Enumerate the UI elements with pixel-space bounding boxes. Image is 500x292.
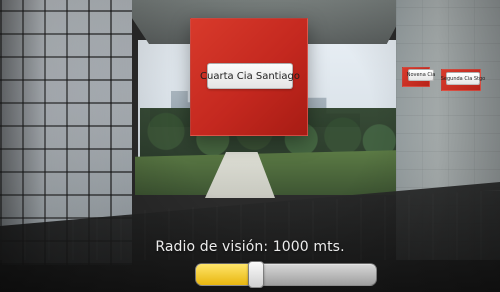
ar-camera-screen: Cuarta Cia Santiago Novena Cia Segunda C…	[0, 0, 500, 292]
ar-marker-label-small-1[interactable]: Novena Cia	[407, 69, 435, 81]
slider-thumb[interactable]	[248, 261, 265, 288]
slider-track[interactable]	[195, 263, 377, 286]
view-radius-label: Radio de visión: 1000 mts.	[155, 239, 345, 255]
view-radius-slider[interactable]	[195, 261, 377, 288]
ar-marker-label-large[interactable]: Cuarta Cia Santiago	[200, 63, 300, 89]
ar-marker-label-small-2[interactable]: Segunda Cia Stgo	[441, 72, 485, 85]
